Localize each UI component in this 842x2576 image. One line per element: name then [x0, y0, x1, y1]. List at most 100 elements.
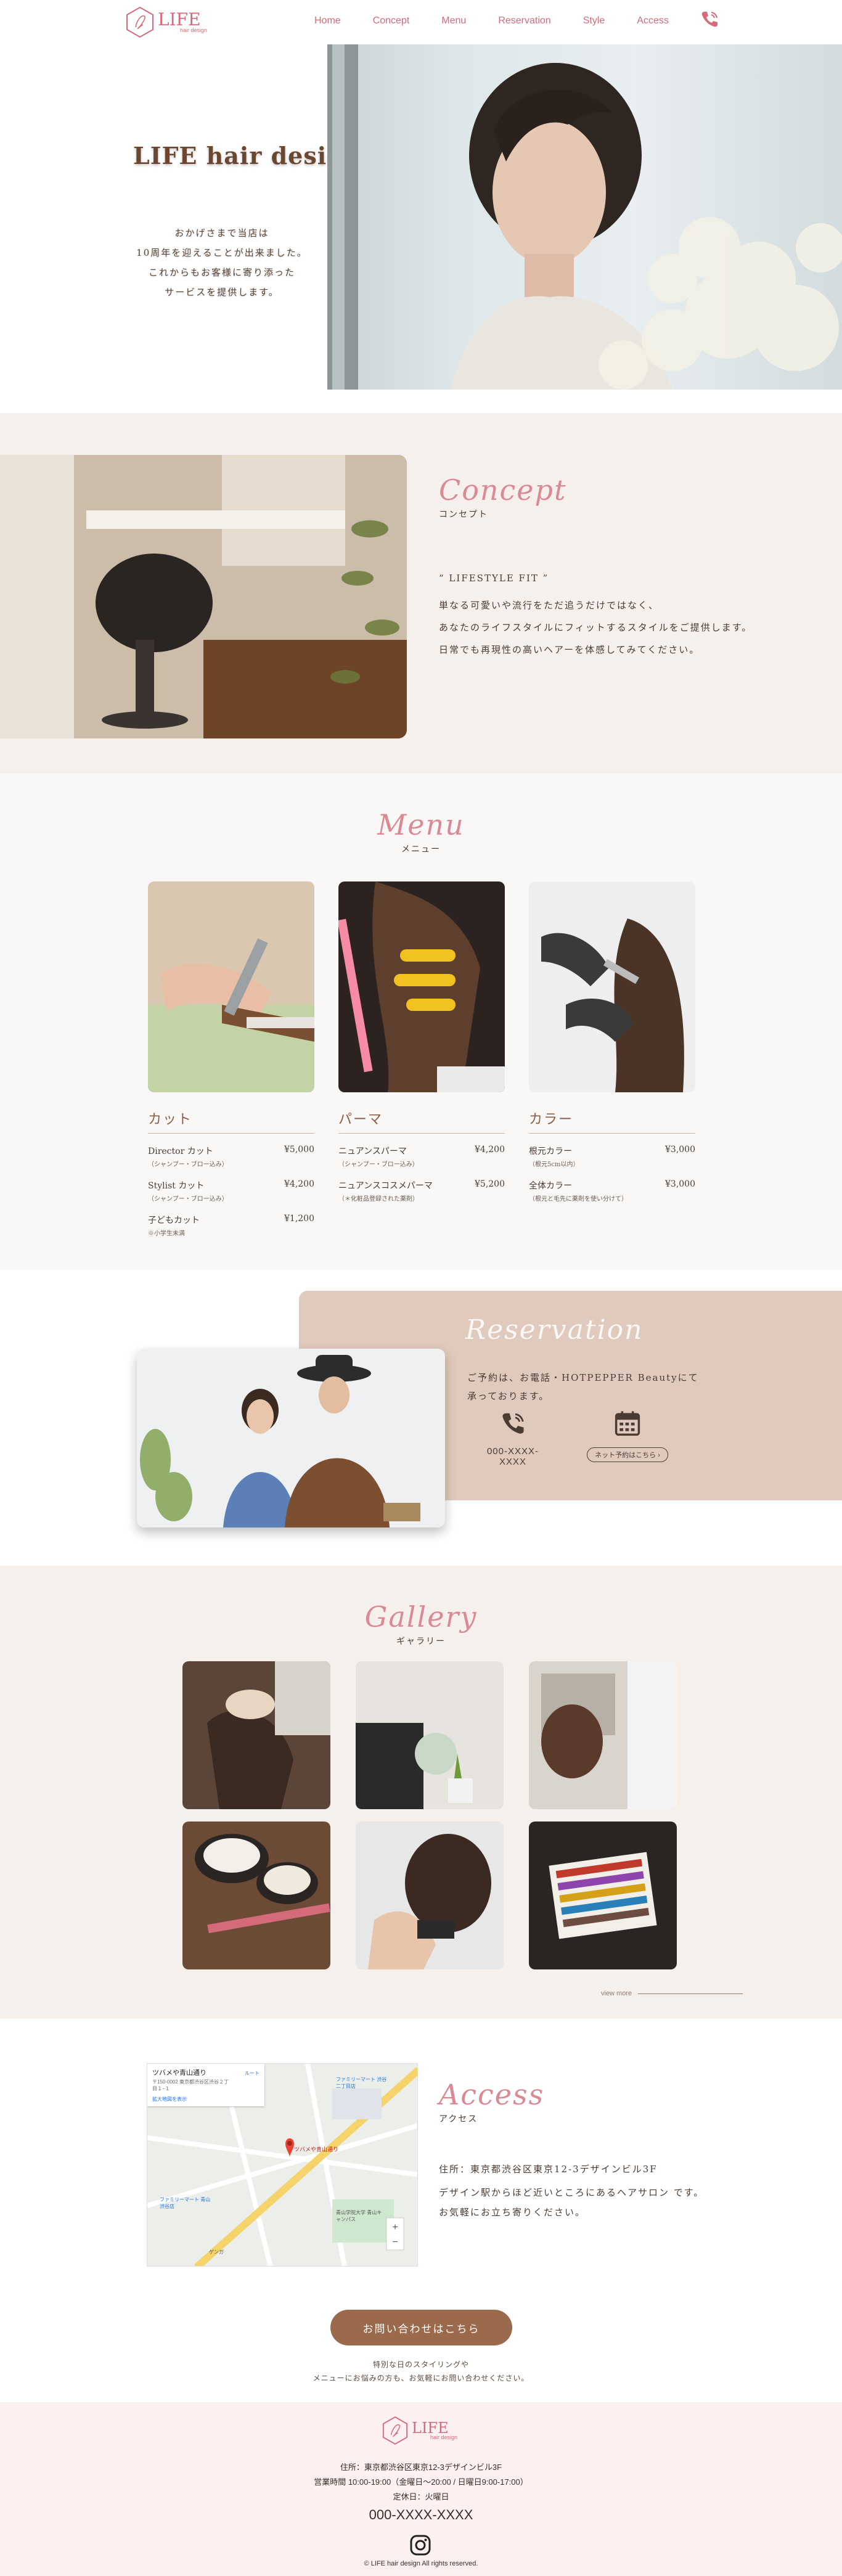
- gallery-item[interactable]: [356, 1661, 504, 1809]
- menu-item-price: ¥4,200: [475, 1145, 505, 1155]
- view-more-label: view more: [601, 1990, 632, 1997]
- perm-photo: [338, 881, 505, 1092]
- menu-item-name: 根元カラー: [529, 1147, 572, 1156]
- phone-icon: [502, 1413, 524, 1434]
- map-enlarge-link[interactable]: 拡大地図を表示: [152, 2096, 260, 2103]
- menu-item: ニュアンスパーマ ¥4,200 （シャンプー・ブロー込み）: [338, 1145, 505, 1168]
- map-poi-label: ゲンガ: [209, 2249, 224, 2255]
- phone-icon[interactable]: [699, 9, 720, 30]
- nav-style[interactable]: Style: [583, 15, 605, 27]
- contact-button[interactable]: お問い合わせはこちら: [330, 2310, 512, 2345]
- footer-info: 住所：東京都渋谷区東京12-3デザインビル3F 営業時間 10:00-19:00…: [236, 2460, 606, 2504]
- footer-address: 住所：東京都渋谷区東京12-3デザインビル3F: [340, 2463, 502, 2472]
- reservation-phone-number: 000-XXXX-XXXX: [486, 1446, 539, 1467]
- view-more-link[interactable]: view more: [601, 1990, 743, 1997]
- access-body: 住所：東京都渋谷区東京12-3デザインビル3F デザイン駅からほど近いところにあ…: [439, 2159, 704, 2222]
- access-heading: Access アクセス: [439, 2080, 544, 2125]
- svg-text:−: −: [392, 2237, 398, 2247]
- hero-photo-illustration: [327, 44, 842, 390]
- menu-column-perm: パーマ ニュアンスパーマ ¥4,200 （シャンプー・ブロー込み） ニュアンスコスメ…: [338, 881, 505, 1203]
- menu-item-note: （根元5cm以内）: [529, 1161, 579, 1168]
- reservation-net[interactable]: ネット予約はこちら ›: [584, 1409, 671, 1462]
- access-section: + − ツバメや青山通り 〒150-0002 東京都渋谷区渋谷２丁目１−１ ルー…: [0, 2019, 842, 2401]
- access-script-title: Access: [439, 2078, 545, 2111]
- concept-script-title: Concept: [439, 473, 567, 507]
- map-route-link[interactable]: ルート: [245, 2070, 260, 2077]
- menu-item-price: ¥3,000: [665, 1179, 695, 1189]
- staff-photo: [137, 1349, 445, 1527]
- color-photo: [529, 881, 695, 1092]
- map-pin-label: ツバメや青山通り: [294, 2146, 339, 2153]
- nav-concept[interactable]: Concept: [373, 15, 410, 27]
- nav-menu[interactable]: Menu: [441, 15, 466, 27]
- net-reservation-button[interactable]: ネット予約はこちら ›: [587, 1447, 668, 1462]
- map-info-card: ツバメや青山通り 〒150-0002 東京都渋谷区渋谷２丁目１−１ ルート 拡大…: [147, 2064, 264, 2106]
- hexagon-logo-icon: [382, 2416, 408, 2445]
- logo-subtext: hair design: [180, 27, 208, 33]
- access-jp-title: アクセス: [439, 2114, 478, 2124]
- access-line: デザイン駅からほど近いところにあるヘアサロン です。: [439, 2187, 705, 2198]
- footer-phone[interactable]: 000-XXXX-XXXX: [298, 2507, 544, 2523]
- gallery-item[interactable]: [529, 1822, 677, 1969]
- reservation-section: Reservation ご予約は、お電話・HOTPEPPER Beautyにて …: [0, 1270, 842, 1566]
- hero-line: サービスを提供します。: [165, 287, 279, 298]
- menu-script-title: Menu: [377, 808, 465, 841]
- instagram-icon[interactable]: [409, 2534, 431, 2556]
- footer-holiday: 定休日：火曜日: [393, 2492, 449, 2501]
- menu-item-price: ¥5,000: [284, 1145, 314, 1155]
- menu-item-name: 子どもカット: [148, 1216, 200, 1225]
- cut-photo: [148, 881, 314, 1092]
- hero-line: 10周年を迎えることが出来ました。: [136, 247, 308, 258]
- gallery-item[interactable]: [356, 1822, 504, 1969]
- menu-item-name: ニュアンスコスメパーマ: [338, 1181, 433, 1191]
- gallery-item[interactable]: [182, 1822, 330, 1969]
- menu-item: Director カット ¥5,000 （シャンプー・ブロー込み）: [148, 1145, 314, 1168]
- hexagon-logo-icon: [126, 6, 153, 38]
- nav-home[interactable]: Home: [314, 15, 341, 27]
- nav-reservation[interactable]: Reservation: [498, 15, 550, 27]
- calendar-icon: [615, 1411, 640, 1436]
- site-footer: LIFE hair design 住所：東京都渋谷区東京12-3デザインビル3F…: [0, 2402, 842, 2576]
- reservation-line: ご予約は、お電話・HOTPEPPER Beautyにて: [467, 1372, 699, 1383]
- gallery-section: Gallery ギャラリー view more: [0, 1566, 842, 2019]
- hero-text: おかげさまで当店は 10周年を迎えることが出来ました。 これからもお客様に寄り添…: [123, 223, 321, 302]
- reservation-script-title: Reservation: [465, 1314, 644, 1346]
- hero-line: おかげさまで当店は: [174, 227, 269, 239]
- footer-logo-text: LIFE: [412, 2419, 449, 2437]
- concept-line: 単なる可愛いや流行をただ追うだけではなく、: [439, 600, 660, 611]
- menu-column-color: カラー 根元カラー ¥3,000 （根元5cm以内） 全体カラー ¥3,000 （根元と…: [529, 881, 695, 1203]
- gallery-item[interactable]: [182, 1661, 330, 1809]
- gallery-heading: Gallery ギャラリー: [359, 1603, 483, 1647]
- gallery-item[interactable]: [529, 1661, 677, 1809]
- reservation-line: 承っております。: [467, 1391, 550, 1402]
- svg-text:+: +: [392, 2222, 398, 2233]
- google-map[interactable]: + − ツバメや青山通り 〒150-0002 東京都渋谷区渋谷２丁目１−１ ルー…: [147, 2063, 418, 2267]
- main-nav: Home Concept Menu Reservation Style Acce…: [314, 15, 669, 27]
- menu-item-name: ニュアンスパーマ: [338, 1147, 407, 1156]
- map-poi-label: 青山学院大学 青山キャンパス: [336, 2210, 382, 2222]
- menu-item-note: ※小学生未満: [148, 1230, 185, 1237]
- menu-item: ニュアンスコスメパーマ ¥5,200 （＊化粧品登録された薬剤）: [338, 1179, 505, 1203]
- menu-item-note: （シャンプー・ブロー込み）: [148, 1196, 228, 1203]
- nav-access[interactable]: Access: [637, 15, 669, 27]
- hero-photo: [327, 44, 842, 390]
- concept-line: あなたのライフスタイルにフィットするスタイルをご提供します。: [439, 622, 753, 633]
- site-header: LIFE hair design Home Concept Menu Reser…: [0, 0, 842, 44]
- menu-item-price: ¥1,200: [284, 1214, 314, 1224]
- concept-tagline: “ LIFESTYLE FIT ”: [439, 573, 549, 584]
- menu-item-price: ¥4,200: [284, 1179, 314, 1189]
- footer-logo-subtext: hair design: [430, 2434, 458, 2440]
- reservation-phone[interactable]: 000-XXXX-XXXX: [485, 1409, 541, 1467]
- concept-photo: [0, 455, 407, 738]
- gallery-jp-title: ギャラリー: [396, 1637, 446, 1646]
- contact-note-line: メニューにお悩みの方も、お気軽にお問い合わせください。: [313, 2374, 529, 2382]
- menu-item-note: （シャンプー・ブロー込み）: [338, 1161, 419, 1168]
- hero-line: これからもお客様に寄り添った: [148, 267, 295, 278]
- menu-jp-title: メニュー: [401, 844, 441, 854]
- concept-section: Concept コンセプト “ LIFESTYLE FIT ” 単なる可愛いや流…: [0, 413, 842, 774]
- site-logo[interactable]: LIFE hair design: [126, 6, 207, 38]
- access-address: 住所：東京都渋谷区東京12-3デザインビル3F: [439, 2164, 658, 2175]
- salon-interior-illustration: [0, 455, 407, 738]
- footer-logo[interactable]: LIFE hair design: [382, 2416, 457, 2445]
- menu-item: Stylist カット ¥4,200 （シャンプー・ブロー込み）: [148, 1179, 314, 1203]
